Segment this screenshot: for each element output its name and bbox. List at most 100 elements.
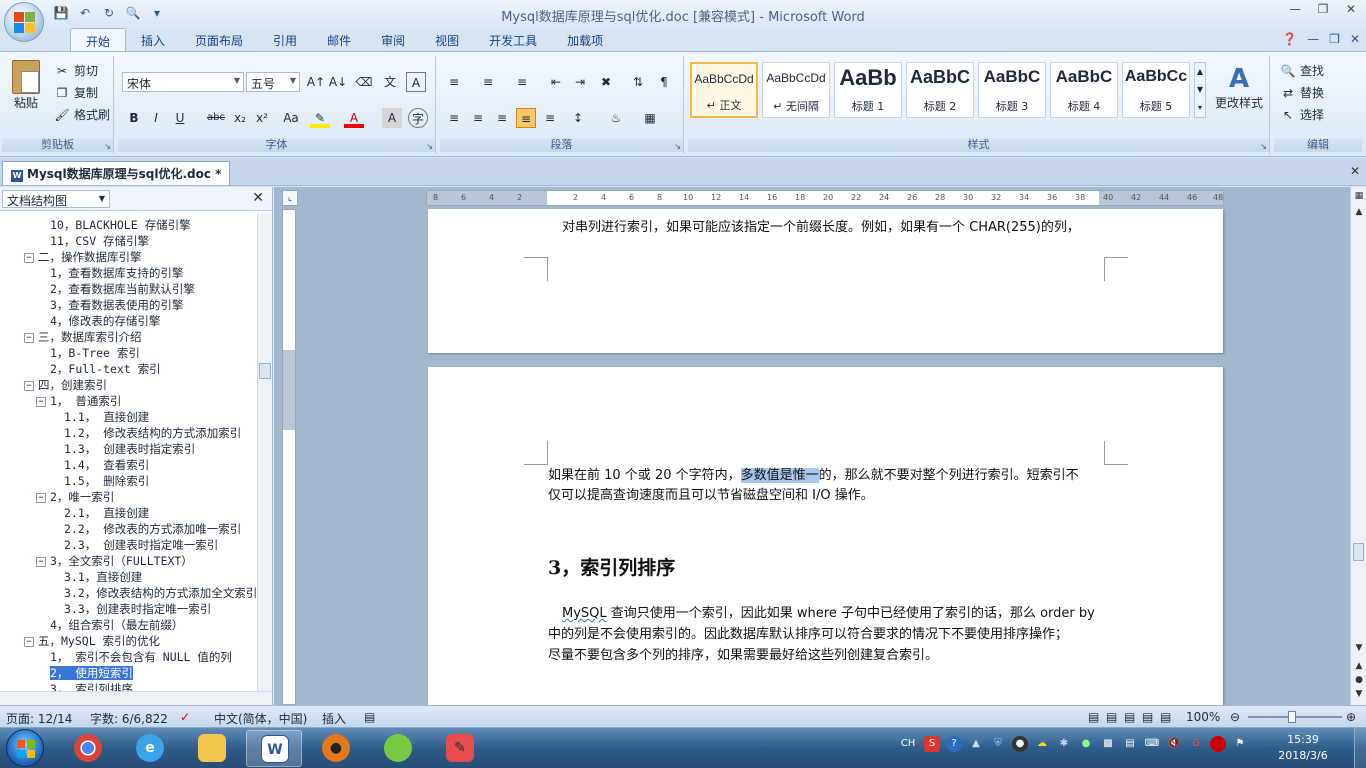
next-page-icon[interactable]: ▼ (1353, 689, 1365, 701)
section-heading[interactable]: 3，索引列排序 (548, 553, 675, 580)
restore-button[interactable]: ❐ (1314, 2, 1332, 18)
replace-button[interactable]: ⇄ 替换 (1280, 84, 1324, 101)
italic-icon[interactable]: I (146, 108, 166, 128)
view-reading-icon[interactable]: ▤ (1106, 710, 1117, 724)
nav-item[interactable]: −3，全文索引（FULLTEXT） (36, 553, 193, 569)
collapse-toggle[interactable]: − (36, 556, 46, 567)
format-painter-button[interactable]: 🖌 格式刷 (54, 106, 110, 123)
nav-item[interactable]: 1.5， 删除索引 (64, 473, 149, 489)
nav-item[interactable]: −1， 普通索引 (36, 393, 121, 409)
find-button[interactable]: 🔍 查找 (1280, 62, 1325, 79)
tab-mailings[interactable]: 邮件 (312, 28, 366, 52)
style-heading-2[interactable]: AaBbC 标题 2 (906, 62, 974, 118)
nav-item[interactable]: 2.1， 直接创建 (64, 505, 149, 521)
font-launcher-icon[interactable]: ↘ (426, 142, 433, 151)
paragraph-line[interactable]: 仅可以提高查询速度而且可以节省磁盘空间和 I/O 操作。 (548, 485, 874, 506)
nav-item[interactable]: 4，组合索引（最左前缀） (50, 617, 183, 633)
nav-item[interactable]: 3，查看数据表使用的引擎 (50, 297, 183, 313)
tab-selector-icon[interactable]: ⌞ (282, 190, 298, 206)
numbering-icon[interactable]: ≡ (478, 72, 498, 92)
superscript-icon[interactable]: x² (252, 108, 272, 128)
nav-item-selected[interactable]: 2， 使用短索引 (50, 665, 133, 681)
scroll-up-icon[interactable]: ▲ (1353, 207, 1365, 219)
view-web-icon[interactable]: ▤ (1124, 710, 1135, 724)
ribbon-restore-button[interactable]: ❐ (1329, 32, 1340, 46)
subscript-icon[interactable]: x₂ (230, 108, 250, 128)
nav-item[interactable]: 3， 索引列排序 (50, 681, 133, 691)
tab-addins[interactable]: 加载项 (552, 28, 618, 52)
highlight-icon[interactable]: ✎ (310, 108, 330, 128)
document-map-dropdown[interactable]: 文档结构图 ▼ (2, 190, 110, 208)
nav-item[interactable]: 10，BLACKHOLE 存储引擎 (50, 217, 191, 233)
nav-vertical-scrollbar[interactable] (257, 213, 272, 691)
collapse-toggle[interactable]: − (36, 396, 46, 407)
help-icon[interactable]: ❓ (1282, 32, 1297, 46)
taskbar-app-green[interactable] (370, 730, 426, 767)
clipboard-launcher-icon[interactable]: ↘ (104, 142, 111, 151)
cloud-icon[interactable]: ☁ (1034, 736, 1050, 752)
close-doc-icon[interactable]: ✕ (1350, 164, 1360, 178)
decrease-indent-icon[interactable]: ⇤ (546, 72, 566, 92)
nav-item[interactable]: 1，查看数据库支持的引擎 (50, 265, 183, 281)
display-icon[interactable]: ▤ (1122, 736, 1138, 752)
view-print-layout-icon[interactable]: ▤ (1088, 710, 1099, 724)
page-count[interactable]: 页面: 12/14 (6, 710, 72, 727)
font-color-icon[interactable]: A (344, 108, 364, 128)
style-heading-4[interactable]: AaBbC 标题 4 (1050, 62, 1118, 118)
taskbar-explorer[interactable] (184, 730, 240, 767)
zoom-in-icon[interactable]: ⊕ (1346, 710, 1356, 724)
flag-icon[interactable]: ⚑ (1232, 736, 1248, 752)
taskbar-ie[interactable]: e (122, 730, 178, 767)
tab-home[interactable]: 开始 (70, 28, 127, 52)
nav-item[interactable]: 2.3， 创建表时指定唯一索引 (64, 537, 218, 553)
keyboard-icon[interactable]: ⌨ (1144, 736, 1160, 752)
phonetic-guide-icon[interactable]: 文 (380, 72, 400, 92)
nav-item[interactable]: − 五，MySQL 索引的优化 (24, 633, 160, 649)
nav-item[interactable]: 1.4， 查看索引 (64, 457, 149, 473)
font-size-combo[interactable]: 五号 ▼ (246, 72, 300, 92)
paragraph-index-sort[interactable]: MySQL 查询只使用一个索引，因此如果 where 子句中已经使用了索引的话，… (562, 603, 1095, 624)
clear-format-icon[interactable]: ⌫ (354, 72, 374, 92)
insert-mode[interactable]: 插入 (322, 710, 346, 727)
change-case-icon[interactable]: Aa (278, 108, 304, 128)
underline-icon[interactable]: U (170, 108, 190, 128)
nav-item[interactable]: 2，查看数据库当前默认引擎 (50, 281, 195, 297)
tab-insert[interactable]: 插入 (126, 28, 180, 52)
paragraph-short-index[interactable]: 如果在前 10 个或 20 个字符内，多数值是惟一的，那么就不要对整个列进行索引… (548, 465, 1079, 486)
nav-horizontal-scrollbar[interactable] (0, 691, 272, 705)
sogou-icon[interactable]: S (924, 736, 940, 752)
align-left-icon[interactable]: ≡ (444, 108, 464, 128)
input-language[interactable]: CH (898, 736, 918, 752)
bullets-icon[interactable]: ≡ (444, 72, 464, 92)
nav-item[interactable]: − 三，数据库索引介绍 (24, 329, 142, 345)
taskbar-app-ninja[interactable]: ● (308, 730, 364, 767)
shrink-font-icon[interactable]: A↓ (328, 72, 348, 92)
line-spacing-icon[interactable]: ↕ (568, 108, 588, 128)
nav-item[interactable]: 3.3，创建表时指定唯一索引 (64, 601, 211, 617)
tab-page-layout[interactable]: 页面布局 (180, 28, 258, 52)
nav-item[interactable]: 1.3， 创建表时指定索引 (64, 441, 195, 457)
language[interactable]: 中文(简体，中国) (214, 710, 307, 727)
page-text-line[interactable]: 对串列进行索引，如果可能应该指定一个前缀长度。例如，如果有一个 CHAR(255… (562, 217, 1080, 238)
ribbon-close-button[interactable]: ✕ (1350, 32, 1360, 46)
paragraph-line[interactable]: 尽量不要包含多个列的排序，如果需要最好给这些列创建复合索引。 (548, 645, 938, 666)
nav-item[interactable]: 2，Full-text 索引 (50, 361, 161, 377)
view-draft-icon[interactable]: ▤ (1160, 710, 1171, 724)
vertical-ruler[interactable] (282, 209, 296, 705)
document-tab[interactable]: W Mysql数据库原理与sql优化.doc * (2, 161, 231, 185)
paragraph-launcher-icon[interactable]: ↘ (674, 142, 681, 151)
align-right-icon[interactable]: ≡ (492, 108, 512, 128)
collapse-toggle[interactable]: − (24, 332, 34, 343)
nav-item[interactable]: 1，B-Tree 索引 (50, 345, 140, 361)
style-heading-1[interactable]: AaBb 标题 1 (834, 62, 902, 118)
close-window-button[interactable]: ✕ (1342, 2, 1360, 18)
office-button[interactable] (4, 2, 44, 42)
ribbon-minimize-button[interactable]: — (1307, 32, 1319, 46)
increase-indent-icon[interactable]: ⇥ (570, 72, 590, 92)
font-name-combo[interactable]: 宋体 ▼ (122, 72, 244, 92)
grow-font-icon[interactable]: A↑ (306, 72, 326, 92)
nav-item[interactable]: 11，CSV 存储引擎 (50, 233, 149, 249)
macro-record-icon[interactable]: ▤ (364, 710, 375, 724)
minimize-button[interactable]: — (1286, 2, 1304, 18)
clock[interactable]: 15:39 2018/3/6 (1268, 732, 1338, 764)
